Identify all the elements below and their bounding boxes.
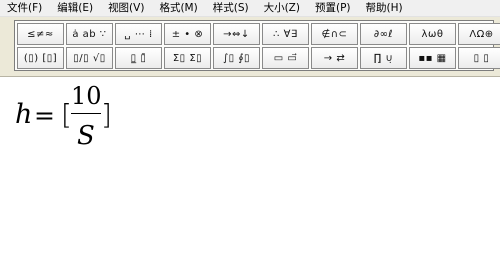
menu-file[interactable]: 文件(F) [7,0,42,17]
greek-uppercase-button[interactable]: ΛΩ⊕ [458,23,500,45]
formula-close-bracket: ] [101,98,112,131]
underbar-overbar-templates-button[interactable]: ▭ ▭⃗ [262,47,309,69]
formula-variable-h: h [15,99,33,130]
formula-numerator: 10 [71,82,102,110]
fraction-radical-templates-button[interactable]: ▯/▯ √▯ [66,47,113,69]
greek-lowercase-button[interactable]: λωθ [409,23,456,45]
products-set-templates-button[interactable]: ∏̣ ∪̣ [360,47,407,69]
menu-help[interactable]: 帮助(H) [366,0,403,17]
relational-symbols-button[interactable]: ≤≠≈ [17,23,64,45]
fence-templates-button[interactable]: (▯) [▯] [17,47,64,69]
matrix-templates-button[interactable]: ▪▪ ▦ [409,47,456,69]
summation-templates-button[interactable]: Σ▯ Σ▯ [164,47,211,69]
menu-style[interactable]: 样式(S) [213,0,249,17]
menu-format[interactable]: 格式(M) [159,0,197,17]
symbol-palette: ≤≠≈ ȧ ab ∵ ␣ ⋯ ⁞ ± • ⊗ →⇔↓ ∴ ∀∃ ∉∩⊂ ∂∞ℓ … [14,20,500,71]
embellishments-button[interactable]: ␣ ⋯ ⁞ [115,23,162,45]
menu-view[interactable]: 视图(V) [108,0,144,17]
formula-equals: = [34,101,55,130]
set-theory-symbols-button[interactable]: ∉∩⊂ [311,23,358,45]
menu-size[interactable]: 大小(Z) [264,0,300,17]
menu-edit[interactable]: 编辑(E) [57,0,93,17]
arrow-symbols-button[interactable]: →⇔↓ [213,23,260,45]
menu-preferences[interactable]: 预置(P) [315,0,351,17]
palette-row-templates: (▯) [▯] ▯/▯ √▯ ▯̲ ▯̄ Σ▯ Σ▯ ∫▯ ∮▯ ▭ ▭⃗ → … [17,47,500,69]
fraction-bar [71,113,101,114]
logical-symbols-button[interactable]: ∴ ∀∃ [262,23,309,45]
formula-denominator: S [77,121,95,151]
box-templates-button[interactable]: ▯ ▯ [458,47,500,69]
palette-row-symbols: ≤≠≈ ȧ ab ∵ ␣ ⋯ ⁞ ± • ⊗ →⇔↓ ∴ ∀∃ ∉∩⊂ ∂∞ℓ … [17,23,500,45]
spaces-ellipses-button[interactable]: ȧ ab ∵ [66,23,113,45]
menu-bar: 文件(F) 编辑(E) 视图(V) 格式(M) 样式(S) 大小(Z) 预置(P… [0,0,500,17]
subscript-superscript-templates-button[interactable]: ▯̲ ▯̄ [115,47,162,69]
misc-symbols-button[interactable]: ∂∞ℓ [360,23,407,45]
integral-templates-button[interactable]: ∫▯ ∮▯ [213,47,260,69]
labeled-arrow-templates-button[interactable]: → ⇄ [311,47,358,69]
equation-toolbar: ≤≠≈ ȧ ab ∵ ␣ ⋯ ⁞ ± • ⊗ →⇔↓ ∴ ∀∃ ∉∩⊂ ∂∞ℓ … [0,17,500,77]
operator-symbols-button[interactable]: ± • ⊗ [164,23,211,45]
